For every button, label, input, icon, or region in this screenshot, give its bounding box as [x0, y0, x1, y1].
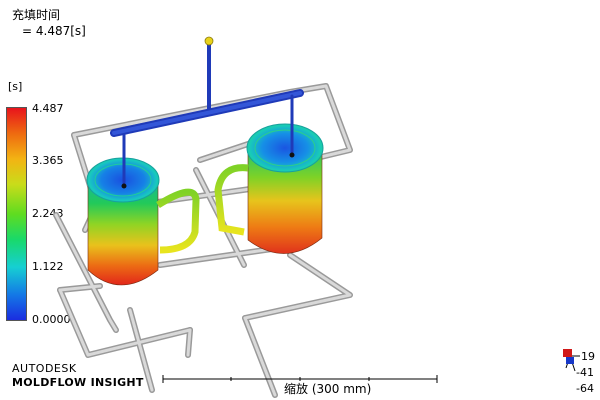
- brand-autodesk: AUTODESK: [12, 362, 77, 375]
- gate-left: [121, 183, 127, 189]
- model-viewport[interactable]: [0, 0, 600, 400]
- gate-right: [289, 152, 295, 158]
- axis-label-2: -41: [576, 366, 594, 379]
- axis-label-1: 19: [581, 350, 595, 363]
- axis-label-3: -64: [576, 382, 594, 395]
- part-left: [86, 157, 200, 286]
- scale-bar-label: 缩放 (300 mm): [284, 382, 372, 396]
- injection-point-marker: [204, 36, 214, 46]
- brand-moldflow-insight: MOLDFLOW INSIGHT: [12, 376, 144, 389]
